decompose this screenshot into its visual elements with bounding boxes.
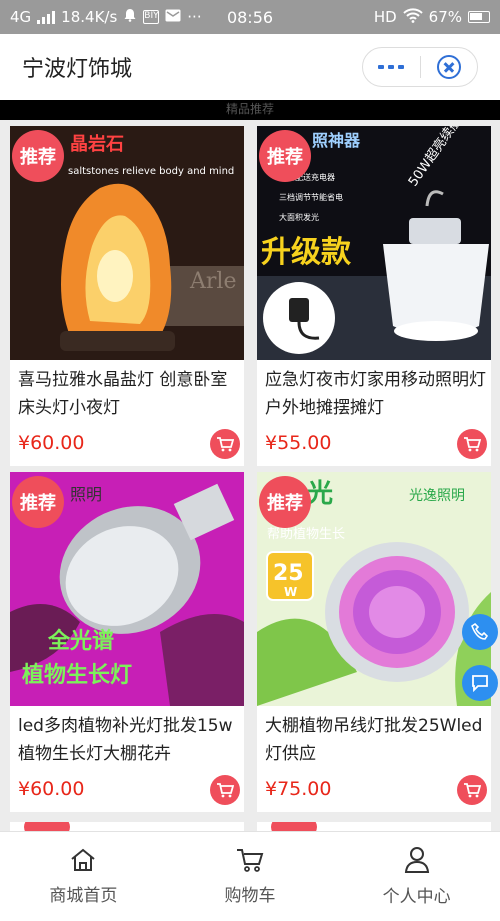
tab-home[interactable]: 商城首页: [0, 832, 167, 921]
tab-cart[interactable]: 购物车: [167, 832, 334, 921]
image-caption-mid: Arle: [189, 269, 236, 294]
product-price: ¥60.00: [18, 778, 85, 800]
status-bar: 4G 18.4K/s BIY ··· 08:56 HD 67%: [0, 0, 500, 34]
cart-icon: [237, 849, 264, 872]
page-title: 宁波灯饰城: [22, 57, 133, 82]
product-name[interactable]: 应急灯夜市灯家用移动照明灯户外地摊摆摊灯: [265, 366, 487, 424]
chat-icon: [472, 675, 488, 693]
image-caption-line-1: 全光谱: [47, 628, 114, 654]
product-image[interactable]: 照明 全光谱 植物生长灯 推荐: [10, 472, 244, 706]
product-name[interactable]: 喜马拉雅水晶盐灯 创意卧室床头灯小夜灯: [18, 366, 240, 424]
phone-icon: [471, 622, 489, 640]
image-caption-big: 升级款: [261, 235, 352, 270]
recommend-badge: 推荐: [12, 476, 64, 528]
signal-icon: [37, 10, 56, 24]
image-caption-sub: saltstones relieve body and mind: [68, 166, 234, 177]
image-caption-list-3: 大面积发光: [279, 212, 319, 222]
tab-cart-label: 购物车: [224, 886, 276, 906]
product-price: ¥75.00: [265, 778, 332, 800]
image-caption-top: 晶岩石: [70, 133, 124, 155]
image-caption-watt: 25: [273, 561, 304, 586]
product-card[interactable]: 照神器 50W超亮续航 充电配送充电器 三档调节节能省电 大面积发光 升级款 推…: [257, 126, 491, 466]
product-price: ¥60.00: [18, 432, 85, 454]
bottom-tab-bar: 商城首页 购物车 个人中心: [0, 831, 500, 921]
product-image[interactable]: 照神器 50W超亮续航 充电配送充电器 三档调节节能省电 大面积发光 升级款 推…: [257, 126, 491, 360]
cart-icon: [464, 783, 481, 798]
battery-icon: [468, 11, 490, 23]
mini-program-capsule: [362, 47, 478, 87]
recommend-badge: 推荐: [12, 130, 64, 182]
image-caption-brand: 光逸照明: [409, 488, 465, 504]
tab-home-label: 商城首页: [49, 886, 118, 906]
product-card[interactable]: 照明 全光谱 植物生长灯 推荐 led多肉植物补光灯批发15w植物生长灯大棚花卉…: [10, 472, 244, 812]
home-icon: [71, 848, 95, 871]
image-caption-line-2: 植物生长灯: [22, 662, 132, 688]
section-banner: 精品推荐: [0, 100, 500, 120]
product-name[interactable]: led多肉植物补光灯批发15w植物生长灯大棚花卉: [18, 712, 240, 770]
cart-icon: [464, 437, 481, 452]
cart-icon: [217, 783, 234, 798]
wifi-icon: [402, 7, 423, 27]
product-price: ¥55.00: [265, 432, 332, 454]
add-to-cart-button[interactable]: [457, 775, 487, 805]
product-card[interactable]: Arle 晶岩石 saltstones relieve body and min…: [10, 126, 244, 466]
image-caption-sub: 帮助植物生长: [267, 527, 345, 542]
image-caption-unit: W: [284, 585, 297, 599]
recommend-badge: 推荐: [259, 476, 311, 528]
cart-icon: [217, 437, 234, 452]
title-bar: 宁波灯饰城: [0, 34, 500, 100]
close-icon: [436, 55, 461, 79]
chat-button[interactable]: [462, 665, 498, 701]
product-image[interactable]: Arle 晶岩石 saltstones relieve body and min…: [10, 126, 244, 360]
more-notifications-icon: ···: [187, 8, 202, 26]
call-button[interactable]: [462, 614, 498, 650]
recommend-badge: 推荐: [259, 130, 311, 182]
tab-profile-label: 个人中心: [382, 887, 451, 907]
image-caption-top: 照神器: [312, 131, 361, 150]
more-button[interactable]: [363, 48, 420, 86]
product-card[interactable]: 光 光逸照明 帮助植物生长 25 W 推荐 大棚植物吊线灯批发25Wled灯供应…: [257, 472, 491, 812]
speed-label: 18.4K/s: [61, 8, 118, 26]
close-button[interactable]: [421, 48, 478, 86]
battery-label: 67%: [428, 8, 462, 26]
add-to-cart-button[interactable]: [210, 775, 240, 805]
product-name[interactable]: 大棚植物吊线灯批发25Wled灯供应: [265, 712, 487, 770]
add-to-cart-button[interactable]: [210, 429, 240, 459]
product-image[interactable]: 光 光逸照明 帮助植物生长 25 W 推荐: [257, 472, 491, 706]
notification-bell-icon: [123, 8, 137, 26]
image-caption-top: 照明: [70, 485, 102, 504]
network-label: 4G: [10, 8, 32, 26]
mail-icon: [165, 8, 181, 26]
user-icon: [404, 847, 429, 873]
hd-label: HD: [373, 8, 397, 26]
app-notification-icon: BIY: [143, 10, 160, 24]
more-dots-icon: [378, 65, 405, 69]
tab-profile[interactable]: 个人中心: [333, 832, 500, 921]
image-caption-list-2: 三档调节节能省电: [279, 192, 343, 202]
add-to-cart-button[interactable]: [457, 429, 487, 459]
